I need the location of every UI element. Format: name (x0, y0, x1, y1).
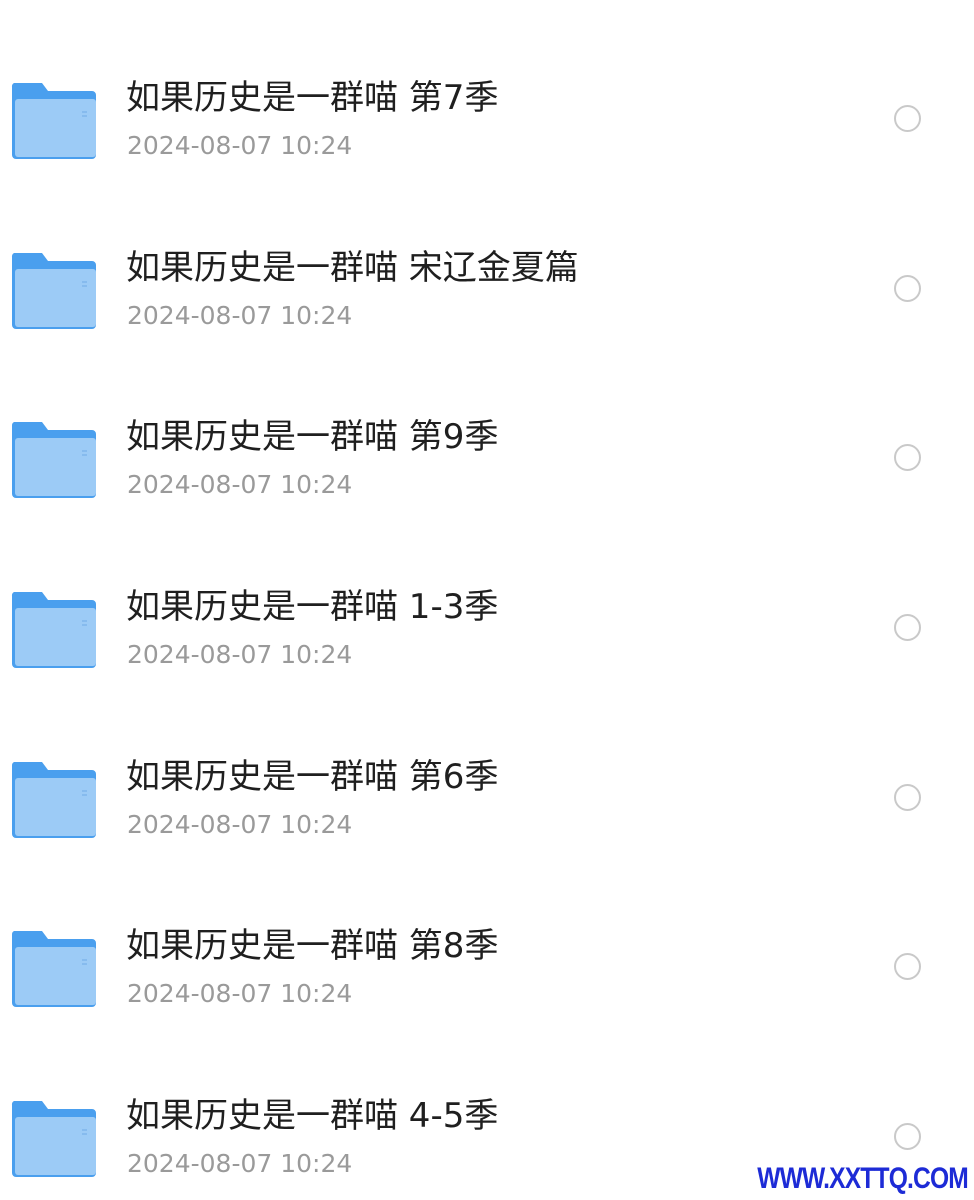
file-date: 2024-08-07 10:24 (127, 809, 353, 839)
file-name: 如果历史是一群喵 第9季 (126, 417, 499, 458)
list-item[interactable]: 如果历史是一群喵 宋辽金夏篇 2024-08-07 10:24 (0, 205, 974, 375)
file-browser-screen: 如果历史是一群喵 第7季 2024-08-07 10:24 如果历史是一群喵 宋… (0, 0, 974, 1200)
folder-icon (10, 251, 98, 331)
folder-icon (10, 590, 98, 670)
file-name: 如果历史是一群喵 1-3季 (126, 587, 499, 628)
file-list: 如果历史是一群喵 第7季 2024-08-07 10:24 如果历史是一群喵 宋… (0, 35, 974, 1200)
file-name: 如果历史是一群喵 第6季 (126, 756, 499, 797)
select-checkbox[interactable] (894, 105, 921, 132)
file-name: 如果历史是一群喵 第8季 (126, 926, 499, 967)
select-checkbox[interactable] (894, 444, 921, 472)
select-checkbox[interactable] (894, 614, 921, 642)
file-date: 2024-08-07 10:24 (127, 979, 353, 1009)
select-checkbox[interactable] (894, 953, 921, 981)
folder-icon (10, 420, 98, 500)
file-date: 2024-08-07 10:24 (127, 131, 353, 160)
list-item[interactable]: 如果历史是一群喵 第8季 2024-08-07 10:24 (0, 883, 974, 1053)
list-item[interactable]: 如果历史是一群喵 1-3季 2024-08-07 10:24 (0, 544, 974, 714)
file-name: 如果历史是一群喵 第7季 (126, 78, 499, 118)
list-item[interactable]: 如果历史是一群喵 第7季 2024-08-07 10:24 (0, 35, 974, 205)
select-checkbox[interactable] (894, 1123, 921, 1151)
list-item[interactable]: 如果历史是一群喵 第6季 2024-08-07 10:24 (0, 714, 974, 884)
folder-icon (10, 929, 98, 1009)
file-name: 如果历史是一群喵 4-5季 (126, 1096, 499, 1137)
file-date: 2024-08-07 10:24 (127, 1149, 353, 1179)
folder-icon (10, 760, 98, 840)
watermark: WWW.XXTTQ.COM (757, 1162, 969, 1195)
select-checkbox[interactable] (894, 783, 921, 811)
file-date: 2024-08-07 10:24 (127, 300, 353, 330)
folder-icon (10, 1099, 98, 1179)
file-name: 如果历史是一群喵 宋辽金夏篇 (126, 247, 579, 288)
folder-icon (10, 81, 98, 161)
file-date: 2024-08-07 10:24 (127, 470, 353, 500)
file-date: 2024-08-07 10:24 (127, 640, 353, 670)
select-checkbox[interactable] (894, 274, 921, 302)
list-item[interactable]: 如果历史是一群喵 第9季 2024-08-07 10:24 (0, 374, 974, 544)
